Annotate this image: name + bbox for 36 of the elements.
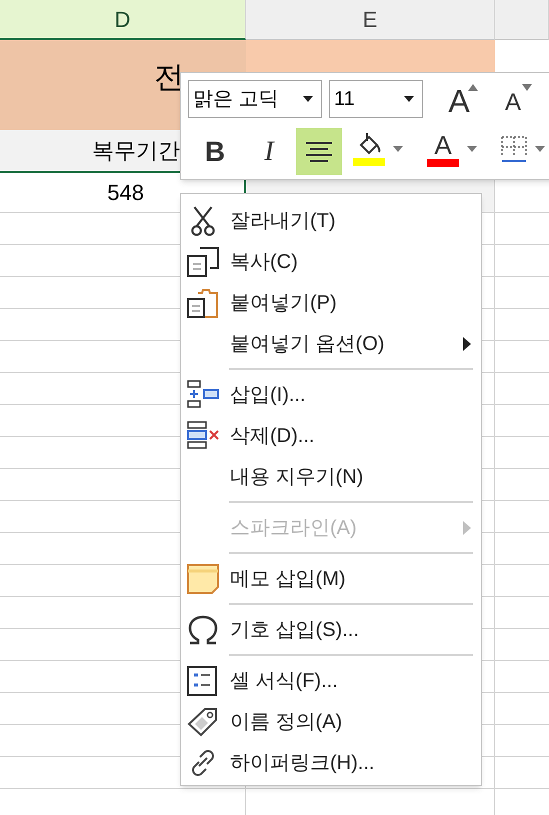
menu-item[interactable]: 내용 지우기(N) <box>181 456 481 497</box>
menu-item[interactable]: 붙여넣기(P) <box>181 282 481 323</box>
caret-icon[interactable] <box>404 96 414 102</box>
menu-item[interactable]: 삽입(I)... <box>181 374 481 415</box>
omega-icon <box>186 614 220 646</box>
center-align-button[interactable] <box>296 128 342 175</box>
column-header[interactable]: D <box>0 0 246 40</box>
menu-item[interactable]: 셀 서식(F)... <box>181 660 481 701</box>
borders-icon <box>501 135 527 163</box>
font-dropdown[interactable]: 맑은 고딕 <box>188 80 322 118</box>
menu-item[interactable]: 이름 정의(A) <box>181 701 481 742</box>
font-size-dropdown[interactable]: 11 <box>329 80 423 118</box>
font-color-button[interactable]: A <box>427 129 487 169</box>
grow-font-button[interactable]: A <box>439 81 479 121</box>
copy-icon <box>186 246 220 278</box>
shrink-font-button[interactable]: A <box>493 81 533 121</box>
down-triangle-icon <box>522 84 532 91</box>
format-cells-icon <box>186 664 220 696</box>
bold-button[interactable]: B <box>195 129 235 175</box>
menu-item[interactable]: 하이퍼링크(H)... <box>181 742 481 783</box>
sticky-note-icon <box>186 562 220 594</box>
center-align-icon <box>306 142 332 162</box>
insert-cells-icon <box>186 378 220 410</box>
menu-item[interactable]: 메모 삽입(M) <box>181 558 481 599</box>
menu-item[interactable]: 붙여넣기 옵션(O) <box>181 323 481 364</box>
menu-item[interactable]: 기호 삽입(S)... <box>181 609 481 650</box>
clipboard-icon <box>186 286 220 318</box>
delete-cells-icon <box>186 420 220 452</box>
up-triangle-icon <box>468 84 478 91</box>
tag-icon <box>186 706 220 738</box>
menu-item[interactable]: 삭제(D)... <box>181 415 481 456</box>
caret-icon[interactable] <box>303 96 313 102</box>
menu-item[interactable]: 복사(C) <box>181 241 481 282</box>
paint-bucket-icon <box>353 131 385 167</box>
italic-button[interactable]: I <box>249 129 289 175</box>
column-header[interactable]: E <box>246 0 495 40</box>
